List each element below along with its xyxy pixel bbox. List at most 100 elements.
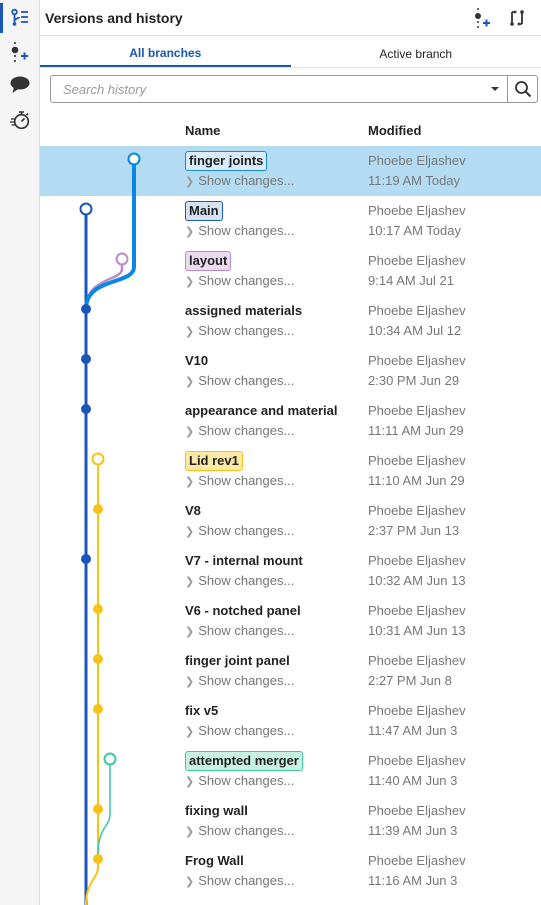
show-changes-link[interactable]: ❯ Show changes... xyxy=(185,521,294,542)
modified-cell: Phoebe Eljashev 10:17 AM Today xyxy=(368,201,466,241)
show-changes-label: Show changes... xyxy=(198,623,295,638)
version-row[interactable]: Frog Wall ❯ Show changes... Phoebe Eljashev… xyxy=(40,846,541,896)
version-name-cell: attempted merger ❯ Show changes... xyxy=(185,750,303,792)
performance-button[interactable] xyxy=(0,103,40,137)
version-name: fix v5 xyxy=(185,703,219,718)
version-row[interactable]: finger joint panel ❯ Show changes... Phoebe… xyxy=(40,646,541,696)
author: Phoebe Eljashev xyxy=(368,353,466,368)
show-changes-label: Show changes... xyxy=(198,773,295,788)
timestamp: 11:10 AM Jun 29 xyxy=(368,473,465,488)
version-row[interactable]: finger joints ❯ Show changes... Phoebe Elja… xyxy=(40,146,541,196)
show-changes-link[interactable]: ❯ Show changes... xyxy=(185,221,294,242)
author: Phoebe Eljashev xyxy=(368,453,466,468)
chevron-right-icon: ❯ xyxy=(185,676,195,688)
chevron-right-icon: ❯ xyxy=(185,776,195,788)
show-changes-link[interactable]: ❯ Show changes... xyxy=(185,271,294,292)
create-version-button[interactable] xyxy=(473,7,493,28)
show-changes-link[interactable]: ❯ Show changes... xyxy=(185,171,294,192)
modified-cell: Phoebe Eljashev 2:30 PM Jun 29 xyxy=(368,351,466,391)
timestamp: 9:14 AM Jul 21 xyxy=(368,273,454,288)
search-filter-dropdown-icon[interactable] xyxy=(491,87,499,91)
version-row[interactable]: V7 - internal mount ❯ Show changes... Phoeb… xyxy=(40,546,541,596)
chevron-right-icon: ❯ xyxy=(185,226,195,238)
version-row[interactable]: assigned materials ❯ Show changes... Phoebe… xyxy=(40,296,541,346)
show-changes-link[interactable]: ❯ Show changes... xyxy=(185,621,301,642)
timestamp: 11:19 AM Today xyxy=(368,173,461,188)
show-changes-link[interactable]: ❯ Show changes... xyxy=(185,471,294,492)
version-name: fixing wall xyxy=(185,803,248,818)
branch-compare-icon xyxy=(510,9,524,26)
show-changes-link[interactable]: ❯ Show changes... xyxy=(185,721,294,742)
modified-cell: Phoebe Eljashev 11:19 AM Today xyxy=(368,151,466,191)
show-changes-label: Show changes... xyxy=(198,423,295,438)
modified-cell: Phoebe Eljashev 11:16 AM Jun 3 xyxy=(368,851,466,891)
chevron-right-icon: ❯ xyxy=(185,326,195,338)
column-header-modified[interactable]: Modified xyxy=(368,123,421,138)
chevron-right-icon: ❯ xyxy=(185,426,195,438)
compare-branches-button[interactable] xyxy=(507,8,527,28)
show-changes-label: Show changes... xyxy=(198,373,295,388)
author: Phoebe Eljashev xyxy=(368,553,466,568)
modified-cell: Phoebe Eljashev 11:47 AM Jun 3 xyxy=(368,701,466,741)
chevron-right-icon: ❯ xyxy=(185,576,195,588)
version-name: finger joint panel xyxy=(185,653,290,668)
version-row[interactable]: fix v5 ❯ Show changes... Phoebe Eljashev 11:… xyxy=(40,696,541,746)
modified-cell: Phoebe Eljashev 11:39 AM Jun 3 xyxy=(368,801,466,841)
version-row[interactable]: Main ❯ Show changes... Phoebe Eljashev 10:17… xyxy=(40,196,541,246)
show-changes-label: Show changes... xyxy=(198,823,295,838)
panel-header: Versions and history xyxy=(40,0,541,36)
show-changes-link[interactable]: ❯ Show changes... xyxy=(185,821,294,842)
timestamp: 11:16 AM Jun 3 xyxy=(368,873,458,888)
version-name-cell: appearance and material ❯ Show changes... xyxy=(185,400,337,442)
show-changes-link[interactable]: ❯ Show changes... xyxy=(185,371,294,392)
column-header-name[interactable]: Name xyxy=(185,123,220,138)
branch-badge: Main xyxy=(185,201,223,221)
version-row[interactable]: fixing wall ❯ Show changes... Phoebe Eljash… xyxy=(40,796,541,846)
version-name-cell: finger joint panel ❯ Show changes... xyxy=(185,650,294,692)
versions-panel: Versions and history All branches Active… xyxy=(40,0,541,905)
timestamp: 10:31 AM Jun 13 xyxy=(368,623,466,638)
modified-cell: Phoebe Eljashev 2:37 PM Jun 13 xyxy=(368,501,466,541)
author: Phoebe Eljashev xyxy=(368,403,466,418)
version-row[interactable]: V6 - notched panel ❯ Show changes... Phoebe… xyxy=(40,596,541,646)
search-bar xyxy=(50,75,538,103)
search-icon xyxy=(514,81,531,98)
author: Phoebe Eljashev xyxy=(368,153,466,168)
create-version-rail-button[interactable] xyxy=(0,35,40,69)
search-input[interactable] xyxy=(63,81,491,97)
show-changes-link[interactable]: ❯ Show changes... xyxy=(185,871,294,892)
chevron-right-icon: ❯ xyxy=(185,626,195,638)
version-name-cell: V8 ❯ Show changes... xyxy=(185,500,294,542)
show-changes-link[interactable]: ❯ Show changes... xyxy=(185,321,302,342)
version-row[interactable]: attempted merger ❯ Show changes... Phoebe E… xyxy=(40,746,541,796)
stopwatch-icon xyxy=(10,111,30,130)
version-name: appearance and material xyxy=(185,403,338,418)
show-changes-label: Show changes... xyxy=(198,573,295,588)
version-row[interactable]: V8 ❯ Show changes... Phoebe Eljashev 2:37 PM… xyxy=(40,496,541,546)
version-name: layout xyxy=(185,250,294,271)
search-button[interactable] xyxy=(508,75,538,103)
version-name-cell: finger joints ❯ Show changes... xyxy=(185,150,294,192)
show-changes-link[interactable]: ❯ Show changes... xyxy=(185,571,303,592)
version-name: Frog Wall xyxy=(185,853,244,868)
version-name-cell: Lid rev1 ❯ Show changes... xyxy=(185,450,294,492)
tab-active-branch[interactable]: Active branch xyxy=(291,36,541,67)
show-changes-link[interactable]: ❯ Show changes... xyxy=(185,771,303,792)
timestamp: 10:17 AM Today xyxy=(368,223,461,238)
author: Phoebe Eljashev xyxy=(368,203,466,218)
version-name-cell: V10 ❯ Show changes... xyxy=(185,350,294,392)
show-changes-link[interactable]: ❯ Show changes... xyxy=(185,671,294,692)
version-row[interactable]: V10 ❯ Show changes... Phoebe Eljashev 2:30 P… xyxy=(40,346,541,396)
branch-badge: finger joints xyxy=(185,151,268,171)
branch-tabs: All branches Active branch xyxy=(40,36,541,68)
modified-cell: Phoebe Eljashev 2:27 PM Jun 8 xyxy=(368,651,466,691)
tab-all-branches[interactable]: All branches xyxy=(40,36,291,67)
author: Phoebe Eljashev xyxy=(368,853,466,868)
version-row[interactable]: appearance and material ❯ Show changes... P… xyxy=(40,396,541,446)
version-row[interactable]: Lid rev1 ❯ Show changes... Phoebe Eljashev 1… xyxy=(40,446,541,496)
comments-button[interactable] xyxy=(0,68,40,102)
versions-history-button[interactable] xyxy=(0,1,40,35)
version-row[interactable]: layout ❯ Show changes... Phoebe Eljashev 9:1… xyxy=(40,246,541,296)
show-changes-link[interactable]: ❯ Show changes... xyxy=(185,421,337,442)
version-graph-icon xyxy=(11,8,28,26)
